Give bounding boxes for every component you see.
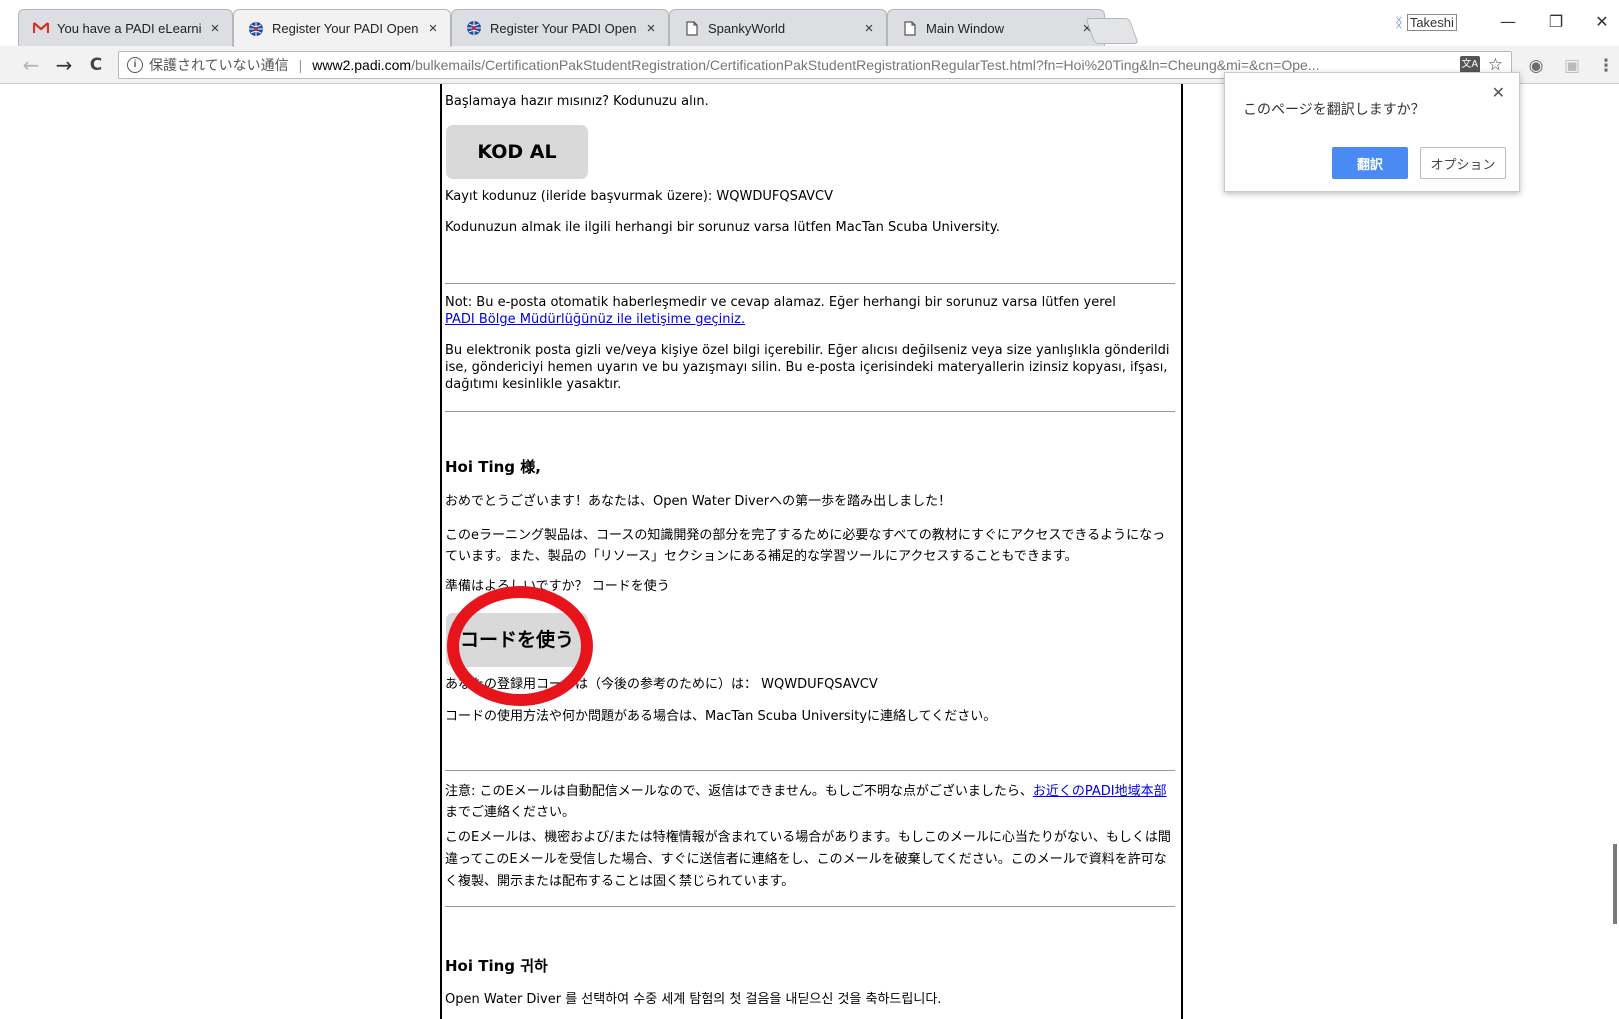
tab-strip: You have a PADI eLearnin × Register Your…	[0, 0, 1619, 47]
tr-padi-office-link[interactable]: PADI Bölge Müdürlüğünüz ile iletişime ge…	[445, 312, 745, 327]
ja-confidential: このEメールは、機密および/または特権情報が含まれている場合があります。もしこの…	[445, 830, 1171, 889]
page-viewport: Başlamaya hazır mısınız? Kodunuzu alın. …	[0, 84, 1619, 1019]
tab-title: Register Your PADI Open	[490, 20, 637, 36]
ja-padi-office-link[interactable]: お近くのPADI地域本部	[1033, 784, 1167, 799]
ko-line1: Open Water Diver 를 선택하여 수중 세계 탐험의 첫 걸음을 …	[445, 992, 942, 1007]
tr-help-line: Kodunuzun almak ile ilgili herhangi bir …	[445, 220, 1000, 235]
close-icon[interactable]: ×	[644, 20, 658, 37]
ja-congrats: おめでとうございます！あなたは、Open Water Diverへの第一歩を踏み…	[445, 494, 952, 509]
extension-icon[interactable]: ▣	[1562, 56, 1582, 76]
gmail-icon	[33, 20, 49, 36]
email-body: Başlamaya hazır mısınız? Kodunuzu alın. …	[440, 84, 1183, 1019]
close-icon[interactable]: ×	[208, 20, 222, 37]
forward-button[interactable]: →	[53, 54, 75, 76]
url-separator: |	[298, 57, 303, 73]
ja-ready-text: 準備はよろしいですか？ コードを使う	[445, 579, 670, 594]
tab-title: You have a PADI eLearnin	[57, 20, 202, 36]
minimize-button[interactable]: —	[1496, 12, 1520, 32]
tab-main-window[interactable]: Main Window ×	[887, 9, 1105, 46]
translate-question: このページを翻訳しますか？	[1243, 102, 1425, 118]
options-button[interactable]: オプション	[1420, 147, 1506, 179]
tab-title: Main Window	[926, 20, 1005, 36]
ja-help-line: コードの使用方法や何か問題がある場合は、MacTan Scuba Univers…	[445, 709, 997, 724]
divider	[445, 283, 1175, 284]
info-icon[interactable]: i	[127, 57, 143, 73]
translate-popup: このページを翻訳しますか？ ✕ 翻訳 オプション	[1224, 72, 1520, 192]
ja-product: このeラーニング製品は、コースの知識開発の部分を完了するために必要なすべての教材…	[445, 528, 1166, 564]
ja-note-after: までご連絡ください。	[445, 805, 576, 820]
back-button[interactable]: ←	[20, 54, 42, 76]
tab-register-padi[interactable]: Register Your PADI Open ×	[451, 9, 669, 46]
close-icon[interactable]: ×	[426, 20, 440, 37]
ja-greeting: Hoi Ting 様,	[445, 458, 541, 476]
ja-code-line: あなたの登録用コードは（今後の参考のために）は： WQWDUFQSAVCV	[445, 677, 878, 692]
ko-greeting: Hoi Ting 귀하	[445, 957, 548, 975]
ja-note: 注意: このEメールは自動配信メールなので、返信はできません。もしご不明な点がご…	[445, 781, 1175, 823]
new-tab-button[interactable]	[1085, 18, 1139, 44]
padi-globe-icon	[466, 20, 482, 36]
camera-icon[interactable]: ◉	[1526, 56, 1546, 76]
translate-button[interactable]: 翻訳	[1332, 147, 1408, 179]
tab-title: SpankyWorld	[708, 20, 786, 36]
ja-use-code-button[interactable]: コードを使う	[446, 613, 588, 667]
tr-note: Not: Bu e-posta otomatik haberleşmedir v…	[445, 294, 1175, 328]
tab-spankyworld[interactable]: SpankyWorld ×	[669, 9, 887, 46]
profile-button[interactable]: ᛝ Takeshi	[1395, 14, 1457, 31]
scrollbar-thumb[interactable]	[1613, 844, 1617, 924]
divider	[445, 906, 1175, 907]
tr-get-code-button[interactable]: KOD AL	[446, 125, 588, 179]
tr-confidential: Bu elektronik posta gizli ve/veya kişiye…	[445, 343, 1170, 392]
security-label[interactable]: 保護されていない通信	[149, 55, 289, 75]
close-icon[interactable]: ×	[862, 20, 876, 37]
url-path: /bulkemails/CertificationPakStudentRegis…	[411, 57, 1320, 73]
profile-icon: ᛝ	[1395, 15, 1403, 30]
ja-note-text: 注意: このEメールは自動配信メールなので、返信はできません。もしご不明な点がご…	[445, 784, 1033, 799]
restore-button[interactable]: ❐	[1544, 12, 1568, 32]
reload-button[interactable]: C	[85, 54, 107, 76]
divider	[445, 770, 1175, 771]
document-icon	[902, 20, 918, 36]
tab-register-padi-active[interactable]: Register Your PADI Open ×	[233, 9, 451, 47]
tr-ready-text: Başlamaya hazır mısınız? Kodunuzu alın.	[445, 94, 709, 109]
tr-note-text: Not: Bu e-posta otomatik haberleşmedir v…	[445, 295, 1116, 310]
close-window-button[interactable]: ✕	[1590, 12, 1614, 32]
url-host: www2.padi.com	[312, 57, 412, 73]
padi-globe-icon	[248, 21, 264, 37]
tab-title: Register Your PADI Open	[272, 21, 419, 36]
menu-icon[interactable]: ⋮	[1596, 56, 1616, 76]
document-icon	[684, 20, 700, 36]
profile-name: Takeshi	[1406, 14, 1457, 31]
close-icon[interactable]: ✕	[1492, 83, 1505, 102]
divider	[445, 411, 1175, 412]
tab-gmail[interactable]: You have a PADI eLearnin ×	[18, 9, 233, 46]
scrollbar[interactable]	[1611, 84, 1619, 1019]
tr-code-line: Kayıt kodunuz (ileride başvurmak üzere):…	[445, 189, 834, 204]
